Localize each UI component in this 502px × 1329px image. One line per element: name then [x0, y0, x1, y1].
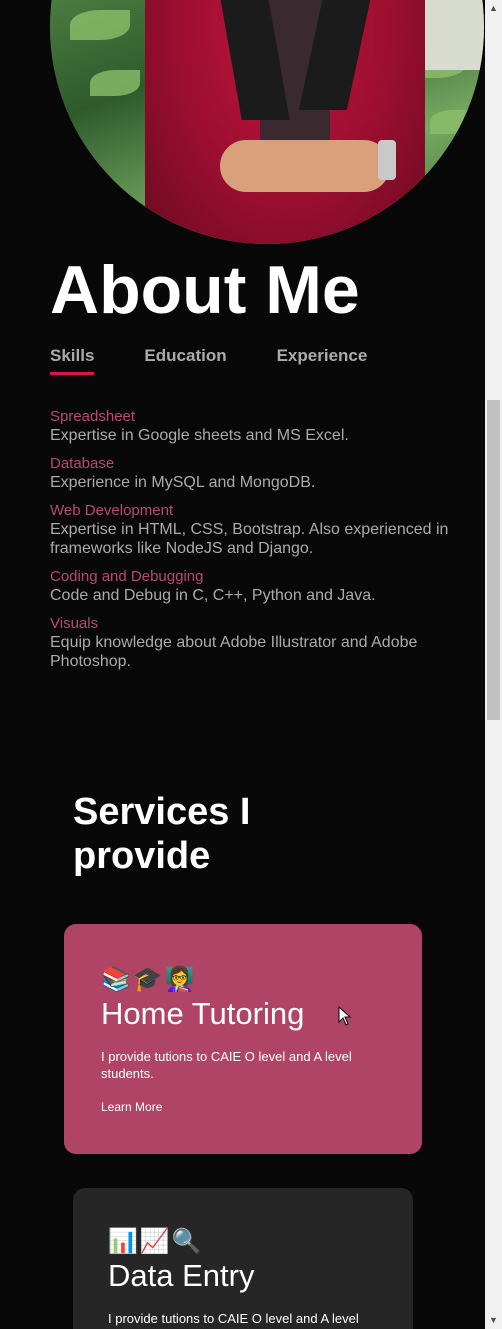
skills-list: Spreadsheet Expertise in Google sheets a…	[50, 408, 470, 681]
skill-name: Visuals	[50, 615, 99, 632]
tab-experience[interactable]: Experience	[277, 346, 368, 375]
chart-search-icon: 📊📈🔍	[108, 1228, 204, 1255]
skill-description: Code and Debug in C, C++, Python and Jav…	[50, 587, 376, 604]
skill-description: Experience in MySQL and MongoDB.	[50, 474, 316, 491]
skill-name: Coding and Debugging	[50, 568, 204, 585]
vertical-scrollbar[interactable]: ▲ ▼	[485, 0, 502, 1329]
profile-photo	[50, 0, 484, 244]
scroll-thumb[interactable]	[487, 400, 500, 720]
books-graduation-teacher-icon: 📚🎓👩‍🏫	[101, 966, 197, 993]
skill-item: Database Experience in MySQL and MongoDB…	[50, 455, 470, 492]
mouse-cursor-icon	[338, 1006, 352, 1026]
scroll-up-icon[interactable]: ▲	[485, 0, 502, 17]
skill-item: Coding and Debugging Code and Debug in C…	[50, 568, 470, 605]
skill-name: Web Development	[50, 502, 174, 519]
services-title: Services I provide	[73, 791, 251, 877]
tab-skills[interactable]: Skills	[50, 346, 95, 375]
service-description: I provide tutions to CAIE O level and A …	[101, 1049, 352, 1081]
service-card-home-tutoring: 📚🎓👩‍🏫 Home Tutoring I provide tutions to…	[64, 924, 422, 1154]
about-tabs: Skills Education Experience	[50, 346, 417, 375]
scroll-down-icon[interactable]: ▼	[485, 1312, 502, 1329]
skill-description: Expertise in Google sheets and MS Excel.	[50, 427, 349, 444]
skill-description: Expertise in HTML, CSS, Bootstrap. Also …	[50, 521, 449, 557]
tab-education[interactable]: Education	[144, 346, 226, 375]
skill-description: Equip knowledge about Adobe Illustrator …	[50, 634, 418, 670]
learn-more-link[interactable]: Learn More	[101, 1100, 162, 1114]
skill-name: Database	[50, 455, 115, 472]
service-description: I provide tutions to CAIE O level and A …	[108, 1311, 359, 1329]
skill-item: Spreadsheet Expertise in Google sheets a…	[50, 408, 470, 445]
service-title: Data Entry	[108, 1258, 255, 1293]
skill-item: Visuals Equip knowledge about Adobe Illu…	[50, 615, 470, 671]
skill-name: Spreadsheet	[50, 408, 136, 425]
skill-item: Web Development Expertise in HTML, CSS, …	[50, 502, 470, 558]
service-card-data-entry: 📊📈🔍 Data Entry I provide tutions to CAIE…	[73, 1188, 413, 1329]
page: About Me Skills Education Experience Spr…	[0, 0, 502, 1329]
about-title: About Me	[50, 252, 360, 328]
